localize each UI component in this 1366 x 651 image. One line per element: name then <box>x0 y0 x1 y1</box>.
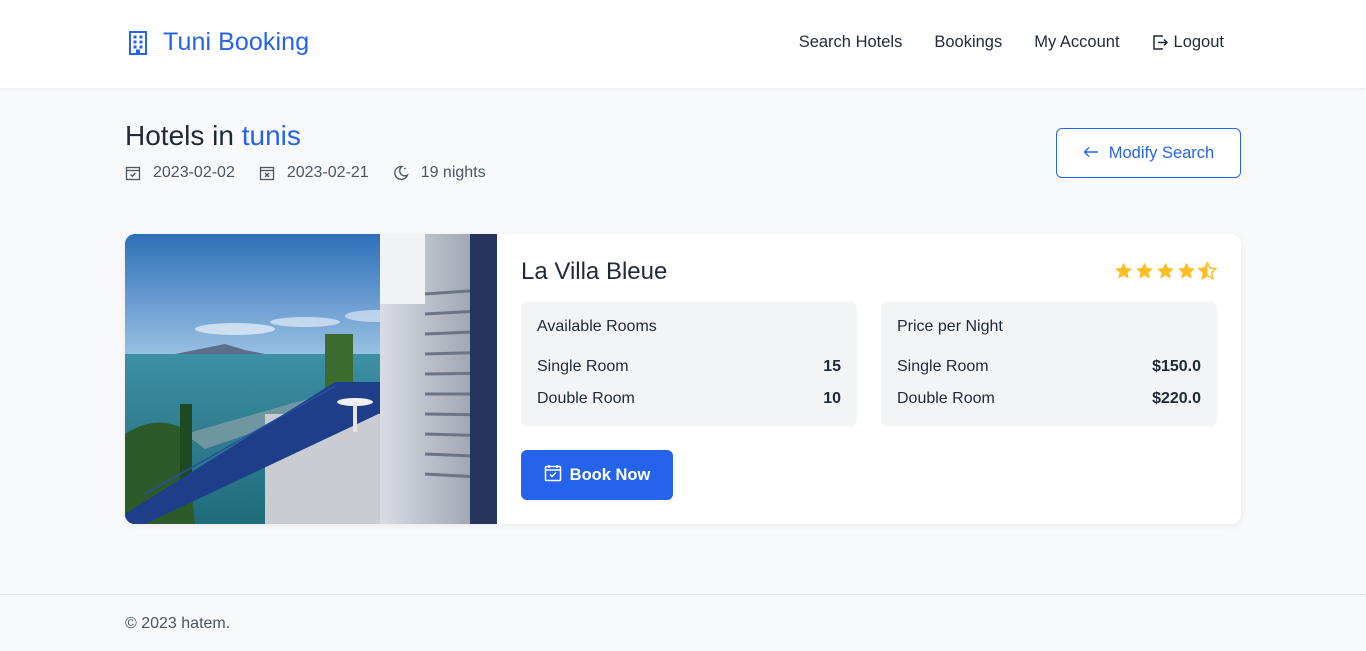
star-half-icon <box>1197 260 1218 281</box>
hotel-name: La Villa Bleue <box>521 258 668 285</box>
footer: © 2023 hatem. <box>0 594 1366 651</box>
calendar-check-icon <box>125 165 141 181</box>
footer-copyright: © 2023 hatem. <box>125 615 231 632</box>
hotel-rating <box>1114 260 1218 281</box>
price-row-double: Double Room $220.0 <box>897 383 1201 415</box>
book-now-label: Book Now <box>569 465 651 484</box>
nav-bookings[interactable]: Bookings <box>934 33 1002 52</box>
room-price: $220.0 <box>1152 390 1201 407</box>
room-type-label: Double Room <box>897 390 995 407</box>
check-in-date: 2023-02-02 <box>125 164 235 182</box>
top-navbar: Tuni Booking Search Hotels Bookings My A… <box>0 0 1366 88</box>
modify-search-button[interactable]: Modify Search <box>1056 128 1241 178</box>
building-icon <box>127 30 149 56</box>
room-row-single: Single Room 15 <box>537 351 841 383</box>
hotel-image <box>125 234 497 524</box>
brand-name: Tuni Booking <box>163 28 310 56</box>
price-per-night-title: Price per Night <box>897 318 1003 335</box>
search-summary: 2023-02-02 2023-02-21 19 nights <box>125 164 510 182</box>
check-in-value: 2023-02-02 <box>153 164 235 181</box>
star-icon <box>1177 262 1196 280</box>
star-icon <box>1135 262 1154 280</box>
check-out-value: 2023-02-21 <box>286 164 369 181</box>
room-type-label: Double Room <box>537 390 635 407</box>
nights-count: 19 nights <box>393 164 486 182</box>
hotel-card: La Villa Bleue Available Rooms Single Ro… <box>125 234 1241 524</box>
nav-logout[interactable]: Logout <box>1152 33 1224 52</box>
page-title-prefix: Hotels in <box>125 120 242 151</box>
logout-label: Logout <box>1173 33 1224 51</box>
room-price: $150.0 <box>1152 358 1201 375</box>
price-per-night-panel: Price per Night Single Room $150.0 Doubl… <box>881 302 1217 426</box>
main-nav: Search Hotels Bookings My Account Logout <box>799 33 1224 52</box>
room-count: 10 <box>823 390 841 407</box>
calendar-check-icon <box>544 464 562 487</box>
logout-icon <box>1152 34 1169 51</box>
book-now-button[interactable]: Book Now <box>521 450 673 500</box>
available-rooms-title: Available Rooms <box>537 318 657 335</box>
calendar-x-icon <box>259 165 275 181</box>
star-icon <box>1114 262 1133 280</box>
room-type-label: Single Room <box>537 358 629 375</box>
city-name: tunis <box>241 120 301 151</box>
room-count: 15 <box>823 358 841 375</box>
modify-search-label: Modify Search <box>1108 143 1215 162</box>
check-out-date: 2023-02-21 <box>259 164 369 182</box>
moon-icon <box>393 165 409 181</box>
room-row-double: Double Room 10 <box>537 383 841 415</box>
arrow-left-icon <box>1083 144 1099 163</box>
star-icon <box>1156 262 1175 280</box>
nav-search-hotels[interactable]: Search Hotels <box>799 33 903 52</box>
price-row-single: Single Room $150.0 <box>897 351 1201 383</box>
page-title: Hotels in tunis <box>125 120 301 152</box>
nights-value: 19 nights <box>420 164 486 181</box>
room-type-label: Single Room <box>897 358 989 375</box>
brand-link[interactable]: Tuni Booking <box>127 28 309 57</box>
nav-my-account[interactable]: My Account <box>1034 33 1119 52</box>
available-rooms-panel: Available Rooms Single Room 15 Double Ro… <box>521 302 857 426</box>
